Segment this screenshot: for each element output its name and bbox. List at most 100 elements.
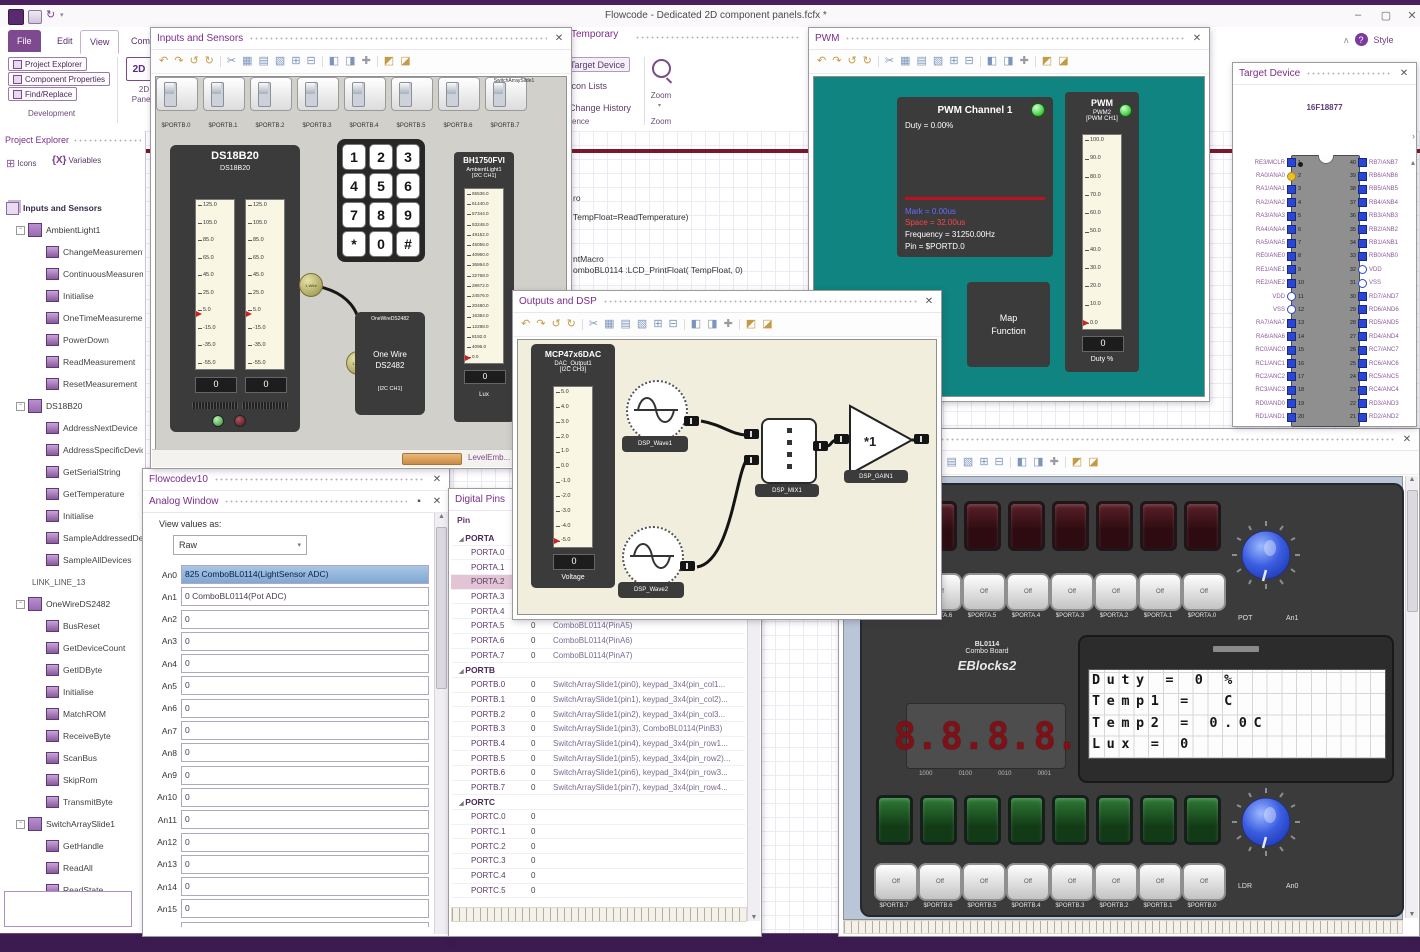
toolbar-icon[interactable]: ✚ — [362, 56, 371, 67]
chip-pin[interactable]: 40 RB7/ANB7 — [1345, 156, 1413, 169]
chip-pin[interactable]: 30 RD7/AND7 — [1345, 290, 1413, 303]
toolbar-icon[interactable]: ✚ — [1050, 457, 1059, 468]
toolbar-icon[interactable]: ◨ — [707, 319, 717, 330]
close-icon[interactable]: ✕ — [923, 296, 935, 307]
window-titlebar[interactable]: Inputs and Sensors ✕ — [151, 28, 571, 50]
board-switch[interactable]: Off — [1006, 863, 1050, 901]
digital-pin-row[interactable]: PORTC — [451, 795, 745, 811]
h-scrollbar-ruler[interactable] — [843, 920, 1403, 934]
toolbar-icon[interactable]: ↶ — [521, 319, 530, 330]
board-switch[interactable]: Off — [918, 863, 962, 901]
close-button[interactable]: ✕ — [1402, 9, 1420, 22]
board-switch[interactable]: Off — [1094, 863, 1138, 901]
toolbar-icon[interactable]: ◨ — [1003, 56, 1013, 67]
tree-item[interactable]: − OneTimeMeasurement — [2, 307, 143, 329]
analog-value-input[interactable]: 0 — [181, 832, 429, 852]
chip-pin[interactable]: 23 RC4/ANC4 — [1345, 384, 1413, 397]
view-values-dropdown[interactable]: Raw ▾ — [173, 535, 307, 555]
toolbar-icon[interactable]: ◪ — [762, 319, 772, 330]
chip-pin[interactable]: RE2/ANE2 10 — [1235, 277, 1309, 290]
toolbar-icon[interactable]: ⊞ — [979, 457, 988, 468]
board-switch[interactable]: Off — [962, 863, 1006, 901]
close-icon[interactable]: ✕ — [1401, 434, 1413, 445]
analog-value-input[interactable]: 0 — [181, 721, 429, 741]
chip-pin[interactable]: 25 RC6/ANC6 — [1345, 357, 1413, 370]
chip-pin[interactable]: 32 VDD — [1345, 263, 1413, 276]
tab-view[interactable]: View — [80, 30, 120, 54]
zoom-button-label[interactable]: Zoom — [648, 91, 674, 100]
analog-value-input[interactable]: 0 — [181, 899, 429, 919]
chip-pin[interactable]: RC3/ANC3 18 — [1235, 384, 1309, 397]
tree-item[interactable]: − GetHandle — [2, 835, 143, 857]
save-icon[interactable] — [28, 10, 42, 24]
find-replace-button[interactable]: Find/Replace — [8, 87, 78, 101]
digital-pin-row[interactable]: PORTB.3 0 SwitchArraySlide1(pin3), Combo… — [451, 722, 745, 737]
digital-pin-row[interactable]: PORTC.1 0 — [451, 825, 745, 840]
toolbar-icon[interactable]: ✂ — [885, 56, 894, 67]
chip-pin[interactable]: RC0/ANC0 15 — [1235, 343, 1309, 356]
tree-item[interactable]: − SkipRom — [2, 769, 143, 791]
toolbar-icon[interactable]: ◧ — [1017, 457, 1027, 468]
ds2482-component[interactable]: OneWireDS2482 One Wire DS2482 [I2C CH1] — [355, 312, 425, 415]
component-properties-button[interactable]: Component Properties — [8, 72, 111, 86]
scrollbar-thumb[interactable] — [436, 527, 447, 689]
toolbar-icon[interactable]: ◨ — [345, 56, 355, 67]
tree-item[interactable]: − PowerDown — [2, 329, 143, 351]
tree-item[interactable]: − GetIDByte — [2, 659, 143, 681]
chip-pin[interactable]: 33 RB0/ANB0 — [1345, 250, 1413, 263]
pin-icon[interactable]: ▪ — [413, 496, 425, 507]
toolbar-icon[interactable]: ✚ — [1020, 56, 1029, 67]
project-explorer-button[interactable]: Project Explorer — [8, 57, 87, 71]
toolbar-icon[interactable]: ↻ — [205, 56, 214, 67]
digital-pin-row[interactable]: PORTC.5 0 — [451, 884, 745, 899]
h-scrollbar-ruler[interactable] — [451, 907, 747, 922]
window-titlebar[interactable]: Outputs and DSP ✕ — [513, 291, 941, 313]
analog-value-input[interactable]: 0 — [181, 787, 429, 807]
digital-pin-row[interactable]: PORTB.7 0 SwitchArraySlide1(pin7), keypa… — [451, 781, 745, 796]
toolbar-icon[interactable]: ▤ — [947, 457, 957, 468]
pot-knob[interactable] — [1229, 518, 1303, 592]
pwm-channel-block[interactable]: PWM Channel 1 Duty = 0.00% Mark = 0.00us… — [897, 97, 1053, 257]
toolbar-icon[interactable]: ↷ — [832, 56, 841, 67]
analog-value-input[interactable]: 0 — [181, 654, 429, 674]
chip-pin[interactable]: 24 RC5/ANC5 — [1345, 370, 1413, 383]
analog-value-input[interactable]: 0 — [181, 609, 429, 629]
tree-item[interactable]: − TransmitByte — [2, 791, 143, 813]
board-switch[interactable]: Off — [962, 573, 1006, 611]
chip-pin[interactable]: 22 RD3/AND3 — [1345, 397, 1413, 410]
digital-pin-row[interactable]: PORTA.6 0 ComboBL0114(PinA6) — [451, 634, 745, 649]
board-switch[interactable]: Off — [1182, 863, 1226, 901]
v-scrollbar[interactable]: ▲ ▼ — [1405, 476, 1418, 918]
toolbar-icon[interactable]: ▤ — [917, 56, 927, 67]
toolbar-icon[interactable]: ◧ — [987, 56, 997, 67]
redo-icon[interactable]: ↻ — [46, 8, 55, 21]
board-switch[interactable]: Off — [1006, 573, 1050, 611]
tree-item[interactable]: − ChangeMeasurementMode — [2, 241, 143, 263]
board-switch[interactable]: Off — [1050, 573, 1094, 611]
toolbar-icon[interactable]: ▧ — [637, 319, 647, 330]
toolbar-icon[interactable]: ◨ — [1033, 457, 1043, 468]
digital-pin-row[interactable]: PORTB.6 0 SwitchArraySlide1(pin6), keypa… — [451, 766, 745, 781]
window-titlebar[interactable]: Target Device ✕ — [1233, 63, 1416, 85]
tree-item[interactable]: − Initialise — [2, 505, 143, 527]
chip-pin[interactable]: VSS 12 — [1235, 303, 1309, 316]
toolbar-icon[interactable]: ◧ — [329, 56, 339, 67]
expander-icon[interactable]: − — [16, 819, 25, 829]
toolbar-icon[interactable]: ↻ — [863, 56, 872, 67]
digital-pin-row[interactable]: PORTB.4 0 SwitchArraySlide1(pin4), keypa… — [451, 737, 745, 752]
tree-item[interactable]: − ReceiveByte — [2, 725, 143, 747]
tree-item[interactable]: − LINK_LINE_13 — [2, 571, 143, 593]
v-scrollbar[interactable]: ▲ — [434, 513, 448, 934]
toolbar-icon[interactable]: ⊟ — [995, 457, 1004, 468]
toolbar-icon[interactable]: ↺ — [847, 56, 856, 67]
tree-item[interactable]: − Initialise — [2, 285, 143, 307]
board-switch[interactable]: Off — [1182, 573, 1226, 611]
toolbar-icon[interactable]: ✂ — [227, 56, 236, 67]
chip-pin[interactable]: 38 RB5/ANB5 — [1345, 183, 1413, 196]
chip-pin[interactable]: 21 RD2/AND2 — [1345, 410, 1413, 423]
chip-pin[interactable]: 37 RB4/ANB4 — [1345, 196, 1413, 209]
digital-pin-row[interactable]: PORTB.0 0 SwitchArraySlide1(pin0), keypa… — [451, 678, 745, 693]
tree-item[interactable]: − GetSerialString — [2, 461, 143, 483]
chip-pin[interactable]: 31 VSS — [1345, 277, 1413, 290]
digital-pin-row[interactable]: PORTB.2 0 SwitchArraySlide1(pin2), keypa… — [451, 707, 745, 722]
